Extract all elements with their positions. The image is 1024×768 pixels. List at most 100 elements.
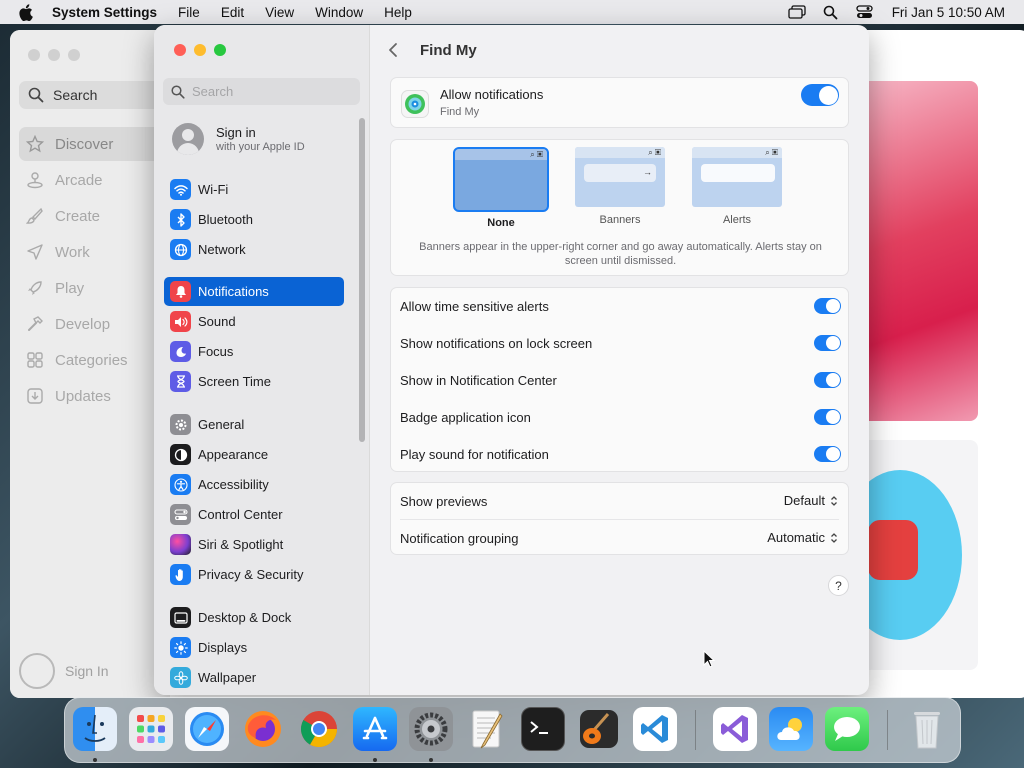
app-store-item-categories[interactable]: Categories [19,343,169,377]
alert-style-none[interactable]: ⌕ ▣ None [453,147,549,229]
apple-id-sign-in[interactable]: Sign in with your Apple ID [172,123,305,155]
launchpad-icon[interactable] [129,707,173,751]
setting-label: Show in Notification Center [400,373,557,388]
sidebar-item-general[interactable]: General [164,410,344,439]
sidebar-item-wallpaper[interactable]: Wallpaper [164,663,344,692]
page-header: Find My [388,40,477,60]
alert-style-banners[interactable]: ⌕ ▣ → Banners [572,147,668,226]
messages-icon[interactable] [825,707,869,751]
notification-grouping-row: Notification grouping Automatic [391,520,850,556]
app-store-item-arcade[interactable]: Arcade [19,163,169,197]
running-indicator [93,758,97,762]
app-store-search-field[interactable]: Search [19,81,169,109]
back-chevron-icon[interactable] [388,40,404,60]
alert-style-none-preview: ⌕ ▣ [453,147,549,212]
minimize-button[interactable] [194,44,206,56]
allow-notifications-row: Allow notifications Find My [390,77,849,128]
app-store-item-discover[interactable]: Discover [19,127,169,161]
apple-menu-icon[interactable] [18,3,36,21]
sidebar-item-network[interactable]: Network [164,235,344,264]
settings-sidebar: Search Sign in with your Apple ID Wi-Fi … [154,25,370,695]
sidebar-item-focus[interactable]: Focus [164,337,344,366]
menu-app-name[interactable]: System Settings [52,5,157,20]
screen-mirroring-icon[interactable] [786,3,808,21]
alert-style-banners-preview: ⌕ ▣ → [575,147,665,207]
sidebar-item-notifications[interactable]: Notifications [164,277,344,306]
menu-edit[interactable]: Edit [221,5,244,20]
alert-style-label: Banners [599,214,641,226]
featured-banner[interactable] [868,81,978,421]
lock-screen-toggle[interactable] [814,335,841,351]
app-store-item-label: Updates [55,387,111,405]
close-button[interactable] [174,44,186,56]
close-button[interactable] [28,49,40,61]
trash-icon[interactable] [905,707,949,751]
app-store-item-work[interactable]: Work [19,235,169,269]
sidebar-scrollbar[interactable] [359,118,365,442]
help-button[interactable]: ? [828,575,849,596]
notification-center-toggle[interactable] [814,372,841,388]
allow-notifications-toggle[interactable] [801,84,839,106]
sidebar-item-desktop-dock[interactable]: Desktop & Dock [164,603,344,632]
app-store-item-develop[interactable]: Develop [19,307,169,341]
lock-screen-row: Show notifications on lock screen [391,325,850,362]
finder-icon[interactable] [73,707,117,751]
bell-icon [170,281,191,302]
spotlight-search-icon[interactable] [820,3,842,21]
sidebar-item-screen-time[interactable]: Screen Time [164,367,344,396]
avatar [172,123,204,155]
notification-grouping-select[interactable]: Automatic [767,530,838,545]
show-previews-select[interactable]: Default [784,493,838,508]
allow-notifications-subtitle: Find My [440,106,480,118]
control-center-icon[interactable] [854,3,876,21]
featured-card[interactable] [838,440,978,670]
app-store-item-play[interactable]: Play [19,271,169,305]
sidebar-item-displays[interactable]: Displays [164,633,344,662]
app-store-icon[interactable] [353,707,397,751]
app-store-sidebar: Search Discover Arcade Create Work Play … [10,30,170,698]
zoom-button[interactable] [68,49,80,61]
app-store-item-label: Develop [55,315,111,333]
zoom-button[interactable] [214,44,226,56]
vscode-icon[interactable] [633,707,677,751]
running-indicator [429,758,433,762]
minimize-button[interactable] [48,49,60,61]
menu-view[interactable]: View [265,5,294,20]
app-store-sign-in[interactable]: Sign In [19,653,109,689]
garageband-icon[interactable] [577,707,621,751]
app-store-item-updates[interactable]: Updates [19,379,169,413]
firefox-icon[interactable] [241,707,285,751]
mouse-cursor-icon [703,650,715,668]
sidebar-item-appearance[interactable]: Appearance [164,440,344,469]
sidebar-item-wifi[interactable]: Wi-Fi [164,175,344,204]
siri-icon [170,534,191,555]
appearance-icon [170,444,191,465]
alert-style-alerts[interactable]: ⌕ ▣ Alerts [689,147,785,226]
sidebar-item-sound[interactable]: Sound [164,307,344,336]
menu-window[interactable]: Window [315,5,363,20]
safari-icon[interactable] [185,707,229,751]
menu-clock[interactable]: Fri Jan 5 10:50 AM [892,5,1005,20]
alert-style-picker: ⌕ ▣ None ⌕ ▣ → Banners ⌕ ▣ Alerts Banner… [390,139,849,276]
sidebar-item-bluetooth[interactable]: Bluetooth [164,205,344,234]
dock-icon [170,607,191,628]
sidebar-item-accessibility[interactable]: Accessibility [164,470,344,499]
terminal-icon[interactable] [521,707,565,751]
sidebar-item-privacy-security[interactable]: Privacy & Security [164,560,344,589]
menu-file[interactable]: File [178,5,200,20]
settings-content: Find My Allow notifications Find My ⌕ ▣ … [370,25,869,695]
settings-search-field[interactable]: Search [163,78,360,105]
textedit-icon[interactable] [465,707,509,751]
app-store-item-create[interactable]: Create [19,199,169,233]
system-settings-icon[interactable] [409,707,453,751]
badge-icon-toggle[interactable] [814,409,841,425]
chrome-icon[interactable] [297,707,341,751]
weather-icon[interactable] [769,707,813,751]
gear-icon [170,414,191,435]
time-sensitive-toggle[interactable] [814,298,841,314]
menu-help[interactable]: Help [384,5,412,20]
sidebar-item-siri-spotlight[interactable]: Siri & Spotlight [164,530,344,559]
play-sound-toggle[interactable] [814,446,841,462]
sidebar-item-control-center[interactable]: Control Center [164,500,344,529]
visual-studio-icon[interactable] [713,707,757,751]
